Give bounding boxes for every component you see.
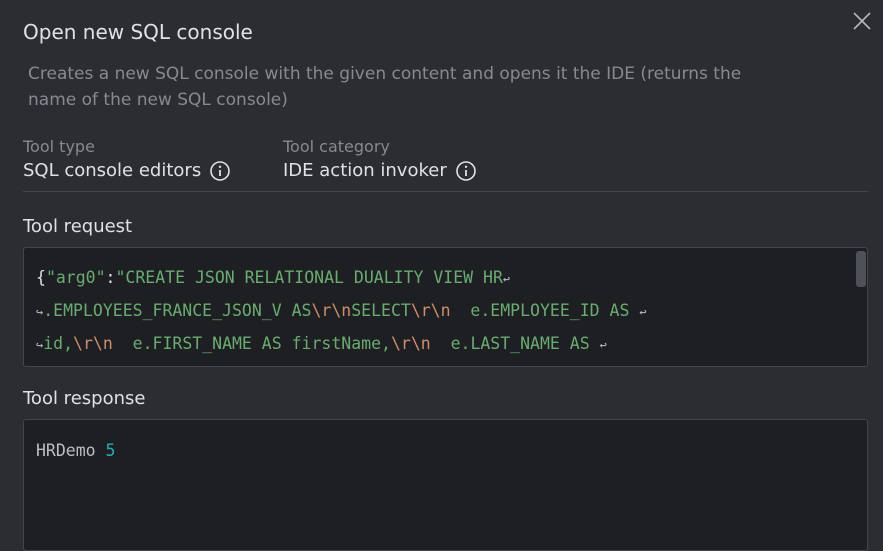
json-key: "arg0": [45, 268, 106, 287]
request-line-1: {"arg0":"CREATE JSON RELATIONAL DUALITY …: [36, 267, 510, 290]
tool-category-value-row: IDE action invoker: [283, 158, 477, 184]
tool-type-label: Tool type: [23, 137, 95, 156]
tool-request-label: Tool request: [23, 216, 133, 237]
response-line-1: HRDemo 5: [36, 440, 115, 462]
tool-type-block: Tool type SQL console editors: [23, 136, 231, 184]
tool-category-label: Tool category: [283, 137, 390, 156]
request-line-2: ↪.EMPLOYEES_FRANCE_JSON_V AS\r\nSELECT\r…: [36, 300, 647, 323]
json-string: e.LAST_NAME AS: [430, 334, 600, 353]
escape-sequence: \r\n: [410, 301, 451, 320]
json-string: "CREATE JSON RELATIONAL DUALITY VIEW HR: [115, 268, 503, 287]
escape-sequence: \r\n: [311, 301, 352, 320]
tool-type-value: SQL console editors: [23, 160, 202, 181]
close-button[interactable]: [852, 11, 872, 31]
tool-category-value: IDE action invoker: [283, 160, 447, 181]
json-colon: :: [105, 268, 116, 287]
tool-type-value-row: SQL console editors: [23, 158, 231, 184]
json-string: SELECT: [351, 301, 411, 320]
json-string: .EMPLOYEES_FRANCE_JSON_V AS: [43, 301, 312, 320]
tool-category-block: Tool category IDE action invoker: [283, 136, 477, 184]
tool-request-editor[interactable]: {"arg0":"CREATE JSON RELATIONAL DUALITY …: [23, 247, 868, 367]
dialog-title: Open new SQL console: [23, 20, 253, 44]
json-string: e.EMPLOYEE_ID AS: [450, 301, 640, 320]
info-icon[interactable]: [209, 160, 231, 182]
response-name: HRDemo: [36, 441, 96, 460]
tool-response-label: Tool response: [23, 388, 146, 409]
json-brace: {: [36, 268, 46, 287]
json-string: e.FIRST_NAME AS firstName,: [112, 334, 391, 353]
tool-response-editor[interactable]: HRDemo 5: [23, 419, 868, 551]
soft-wrap-icon: ↩: [502, 272, 511, 286]
info-icon[interactable]: [455, 160, 477, 182]
close-icon: [853, 12, 871, 30]
escape-sequence: \r\n: [390, 334, 431, 353]
request-line-3: ↪id,\r\n e.FIRST_NAME AS firstName,\r\n …: [36, 333, 607, 356]
json-string: id,: [43, 334, 74, 353]
soft-wrap-icon: ↩: [639, 305, 647, 319]
escape-sequence: \r\n: [73, 334, 113, 353]
tool-details-dialog: Open new SQL console Creates a new SQL c…: [0, 0, 883, 551]
vertical-scrollbar[interactable]: [856, 251, 866, 287]
divider: [23, 191, 868, 192]
dialog-description: Creates a new SQL console with the given…: [28, 64, 742, 110]
soft-wrap-icon: ↩: [599, 338, 607, 352]
response-number: 5: [105, 441, 116, 460]
